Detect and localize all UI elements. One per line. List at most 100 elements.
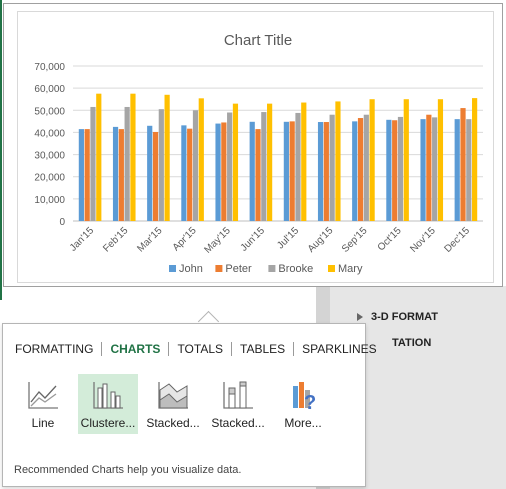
x-tick-label: Jul'15	[275, 225, 301, 251]
bar-peter	[152, 131, 159, 221]
bar-brooke	[466, 119, 472, 221]
bar-peter	[426, 114, 432, 221]
bar-brooke	[397, 116, 404, 221]
bar-brooke	[158, 109, 164, 221]
bar-john	[181, 125, 187, 221]
clustered-column-chart: Chart Title 0 10,000 20,000 30,000 40,000 50,0…	[34, 32, 483, 275]
legend-swatch-john	[169, 265, 176, 272]
x-tick-label: Oct'15	[376, 225, 404, 253]
bar-mary	[267, 103, 273, 221]
expand-triangle-icon	[357, 313, 363, 322]
y-tick-label: 70,000	[34, 62, 65, 73]
x-tick-label: Dec'15	[442, 225, 472, 255]
bar-peter	[357, 118, 364, 221]
bar-peter	[323, 122, 329, 221]
bar-john	[420, 119, 426, 221]
chart-area: Chart Title 0 10,000 20,000 30,000 40,000 50,0…	[17, 11, 494, 283]
bar-brooke	[432, 117, 438, 221]
format-pane-item-3d-format[interactable]: 3-D FORMAT	[357, 311, 438, 323]
clustered-column-option[interactable]: Clustere...	[78, 374, 138, 434]
legend-swatch-brooke	[268, 265, 276, 272]
bar-mary	[96, 93, 102, 221]
stacked-column-icon	[223, 381, 253, 409]
bar-mary	[369, 99, 375, 221]
more-charts-icon: ?	[293, 382, 316, 410]
bar-mary	[198, 98, 204, 221]
line-chart-option[interactable]: Line	[13, 374, 73, 434]
legend-label: Peter	[225, 263, 252, 275]
x-tick-label: Feb'15	[101, 225, 130, 254]
option-label: Stacked...	[211, 416, 265, 430]
y-tick-label: 10,000	[34, 195, 65, 206]
y-tick-label: 50,000	[34, 106, 65, 117]
option-label: Stacked...	[146, 416, 200, 430]
bar-john	[78, 129, 84, 221]
bar-mary	[164, 94, 170, 221]
bar-peter	[118, 129, 124, 221]
bar-brooke	[124, 106, 130, 221]
x-tick-label: Nov'15	[408, 225, 438, 255]
bar-mary	[403, 99, 409, 221]
svg-text:?: ?	[304, 392, 316, 410]
tab-formatting[interactable]: FORMATTING	[15, 342, 101, 356]
bar-mary	[130, 93, 136, 221]
bar-john	[112, 126, 119, 221]
stacked-area-icon	[158, 382, 188, 409]
tab-sparklines[interactable]: SPARKLINES	[294, 342, 384, 356]
bar-peter	[84, 129, 90, 221]
quick-analysis-tabs: FORMATTING CHARTS TOTALS TABLES SPARKLIN…	[15, 340, 385, 358]
quick-analysis-popup: FORMATTING CHARTS TOTALS TABLES SPARKLIN…	[2, 323, 377, 487]
bar-brooke	[261, 112, 267, 221]
bar-john	[317, 122, 324, 221]
y-tick-label: 30,000	[34, 151, 65, 162]
y-tick-label: 20,000	[34, 173, 65, 184]
bar-peter	[289, 121, 295, 221]
legend-swatch-peter	[215, 265, 223, 272]
y-tick-label: 60,000	[34, 84, 65, 95]
bar-john	[283, 121, 289, 221]
bar-peter	[221, 122, 227, 221]
bar-mary	[335, 101, 341, 221]
stacked-area-option[interactable]: Stacked...	[143, 374, 203, 434]
stacked-column-option[interactable]: Stacked...	[208, 374, 268, 434]
x-tick-label: Jun'15	[239, 225, 268, 254]
popup-hint-text: Recommended Charts help you visualize da…	[14, 464, 242, 476]
sheet-border-line	[0, 0, 2, 300]
x-tick-label: Aug'15	[306, 225, 336, 255]
more-charts-option[interactable]: ? More...	[273, 374, 333, 434]
legend-label: Mary	[338, 263, 363, 275]
bar-brooke	[192, 110, 199, 221]
line-chart-icon	[28, 382, 58, 409]
bar-peter	[460, 108, 466, 221]
chart-preview-frame: Chart Title 0 10,000 20,000 30,000 40,000 50,0…	[3, 3, 503, 287]
bar-john	[352, 121, 358, 221]
x-tick-label: Sep'15	[340, 225, 370, 255]
bar-john	[249, 121, 255, 221]
y-tick-label: 40,000	[34, 128, 65, 139]
bar-mary	[301, 102, 307, 221]
bar-mary	[437, 99, 444, 221]
tab-tables[interactable]: TABLES	[232, 342, 293, 356]
format-pane-item-rotation[interactable]: TATION	[392, 337, 431, 349]
clustered-column-icon	[93, 382, 123, 409]
option-label: More...	[284, 416, 322, 430]
x-tick-label: Jan'15	[68, 225, 97, 254]
bar-mary	[232, 103, 239, 221]
bar-brooke	[295, 112, 301, 221]
bar-john	[215, 123, 221, 221]
bar-mary	[472, 98, 478, 221]
bar-brooke	[90, 106, 96, 221]
bar-peter	[187, 128, 193, 221]
bar-peter	[255, 129, 261, 221]
chart-title: Chart Title	[224, 32, 292, 49]
option-label: Clustere...	[80, 416, 136, 430]
chart-options: Line Clustere... Stacked... Stacked... ?…	[13, 374, 338, 434]
tab-totals[interactable]: TOTALS	[169, 342, 231, 356]
x-tick-label: Apr'15	[171, 225, 199, 253]
bar-john	[386, 119, 392, 221]
tab-charts[interactable]: CHARTS	[102, 342, 168, 356]
y-tick-label: 0	[59, 217, 65, 228]
x-tick-label: Mar'15	[135, 225, 164, 254]
legend-swatch-mary	[328, 265, 335, 272]
bar-john	[454, 119, 460, 221]
